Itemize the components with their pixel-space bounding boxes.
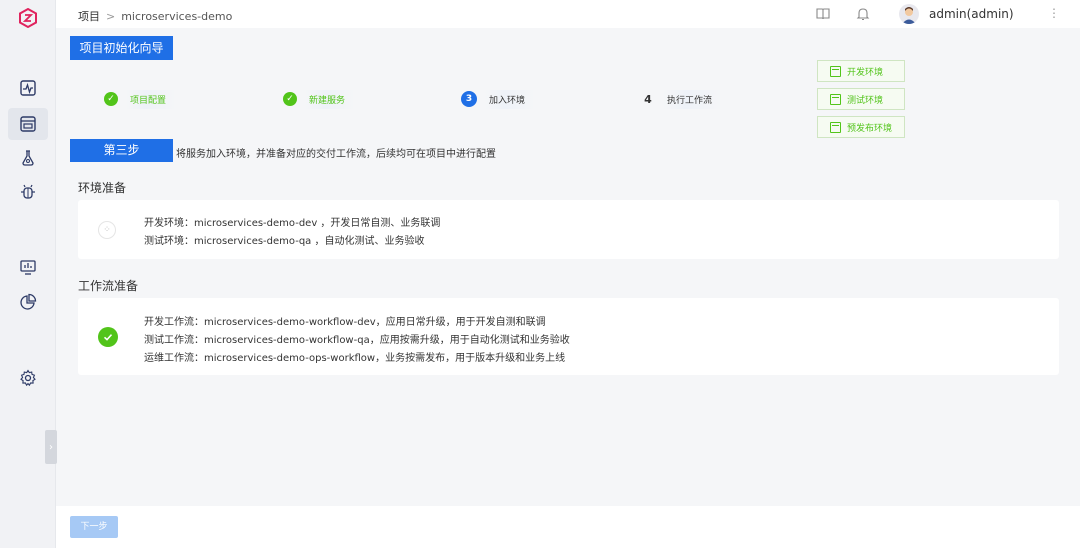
env-button-label: 开发环境: [847, 67, 884, 78]
username[interactable]: admin(admin): [929, 7, 1014, 21]
bug-icon[interactable]: [14, 178, 42, 206]
step-label: 项目配置: [126, 89, 177, 109]
flask-icon[interactable]: [14, 144, 42, 172]
step-label: 加入环境: [485, 89, 536, 109]
sidebar: ›: [0, 0, 57, 548]
more-icon[interactable]: ⋮: [1048, 6, 1060, 20]
wizard-title: 项目初始化向导: [70, 36, 173, 60]
book-icon[interactable]: [815, 6, 831, 22]
breadcrumb: 项目 > microservices-demo: [78, 8, 232, 24]
step-new-service: ✓ 新建服务: [283, 88, 356, 110]
workflow-line-dev: 开发工作流：microservices-demo-workflow-dev，应用…: [144, 317, 546, 328]
sidebar-expand-button[interactable]: ›: [45, 430, 57, 464]
section-title-env: 环境准备: [78, 181, 127, 195]
wizard-steps: ✓ 项目配置 ✓ 新建服务 3 加入环境 4 执行工作流: [100, 88, 740, 110]
bell-icon[interactable]: [855, 6, 871, 22]
pulse-icon[interactable]: [14, 74, 42, 102]
breadcrumb-separator: >: [106, 9, 116, 23]
env-button-pre[interactable]: 预发布环境: [817, 116, 905, 138]
pie-chart-icon[interactable]: [14, 288, 42, 316]
step-label: 执行工作流: [663, 89, 723, 109]
footer-bar: 下一步: [56, 506, 1080, 548]
loading-icon: ⁘: [98, 221, 116, 239]
breadcrumb-item-current: microservices-demo: [121, 9, 233, 23]
env-button-dev[interactable]: 开发环境: [817, 60, 905, 82]
env-button-label: 预发布环境: [847, 123, 893, 134]
step-label: 新建服务: [305, 89, 356, 109]
env-button-label: 测试环境: [847, 95, 884, 106]
env-line-qa: 测试环境：microservices-demo-qa ，自动化测试、业务验收: [144, 236, 425, 247]
step-number: 4: [644, 92, 652, 106]
env-card: ⁘ 开发环境：microservices-demo-dev ，开发日常自测、业务…: [78, 200, 1059, 259]
chevron-right-icon: ›: [49, 441, 53, 453]
environment-icon: [830, 65, 841, 77]
project-icon[interactable]: [8, 108, 48, 140]
step-run-workflow: 4 执行工作流: [641, 88, 723, 110]
step-tag: 第三步: [70, 139, 173, 162]
workflow-line-ops: 运维工作流：microservices-demo-ops-workflow，业务…: [144, 353, 566, 364]
workflow-line-qa: 测试工作流：microservices-demo-workflow-qa，应用按…: [144, 335, 570, 346]
workflow-card: 开发工作流：microservices-demo-workflow-dev，应用…: [78, 298, 1059, 375]
step-description: 将服务加入环境，并准备对应的交付工作流，后续均可在项目中进行配置: [176, 149, 496, 160]
gear-icon[interactable]: [14, 364, 42, 392]
check-circle-icon: [98, 327, 118, 347]
step-project-config: ✓ 项目配置: [104, 88, 177, 110]
dashboard-icon[interactable]: [14, 253, 42, 281]
env-button-qa[interactable]: 测试环境: [817, 88, 905, 110]
top-header: 项目 > microservices-demo admin(admin) ⋮: [56, 0, 1080, 28]
next-step-button[interactable]: 下一步: [70, 516, 118, 538]
step-number: 3: [461, 91, 477, 107]
env-line-dev: 开发环境：microservices-demo-dev ，开发日常自测、业务联调: [144, 218, 441, 229]
environment-icon: [830, 93, 841, 105]
breadcrumb-item-project[interactable]: 项目: [78, 8, 100, 24]
section-title-workflow: 工作流准备: [78, 279, 139, 293]
check-circle-icon: ✓: [283, 92, 297, 106]
logo-icon[interactable]: [18, 8, 38, 28]
step-join-env: 3 加入环境: [461, 88, 536, 110]
avatar[interactable]: [899, 4, 919, 24]
environment-icon: [830, 121, 841, 133]
check-circle-icon: ✓: [104, 92, 118, 106]
